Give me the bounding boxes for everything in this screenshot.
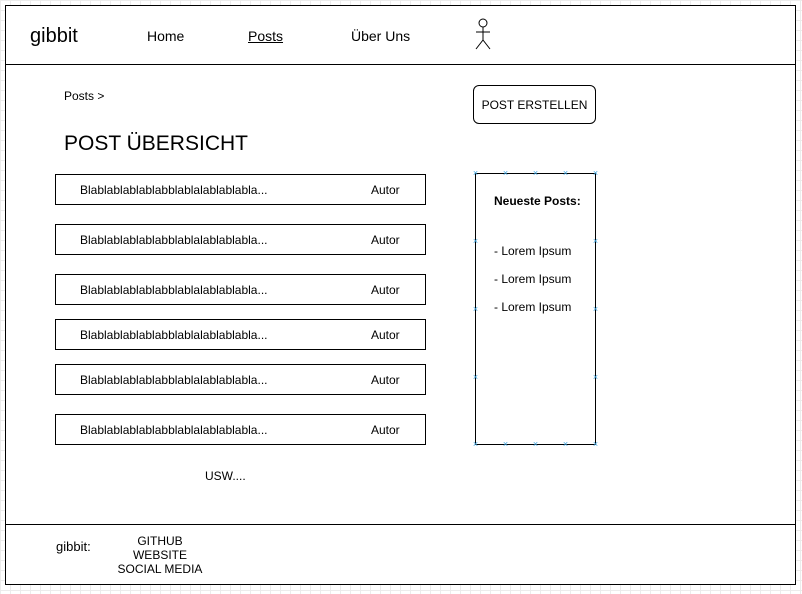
- page-title: POST ÜBERSICHT: [64, 132, 248, 155]
- latest-post-item[interactable]: - Lorem Ipsum: [494, 300, 571, 314]
- resize-handle-icon[interactable]: ×: [591, 169, 600, 178]
- user-icon[interactable]: [473, 18, 493, 51]
- resize-handle-icon[interactable]: ×: [501, 169, 510, 178]
- post-author: Autor: [371, 183, 400, 197]
- resize-handle-icon[interactable]: ×: [471, 440, 480, 449]
- footer-link-website[interactable]: WEBSITE: [100, 548, 220, 562]
- post-author: Autor: [371, 423, 400, 437]
- post-title: Blablablablablabblablalablablabla...: [80, 423, 268, 437]
- resize-handle-icon[interactable]: ×: [471, 305, 480, 314]
- post-row[interactable]: Blablablablablabblablalablablabla... Aut…: [55, 274, 426, 305]
- footer-divider: [6, 524, 795, 525]
- footer-link-social-media[interactable]: SOCIAL MEDIA: [100, 562, 220, 576]
- latest-post-item[interactable]: - Lorem Ipsum: [494, 272, 571, 286]
- nav-about[interactable]: Über Uns: [351, 28, 410, 44]
- post-title: Blablablablablabblablalablablabla...: [80, 283, 268, 297]
- resize-handle-icon[interactable]: ×: [531, 440, 540, 449]
- resize-handle-icon[interactable]: ×: [531, 169, 540, 178]
- resize-handle-icon[interactable]: ×: [501, 440, 510, 449]
- page-frame: gibbit Home Posts Über Uns Posts > POST …: [5, 5, 796, 585]
- post-author: Autor: [371, 373, 400, 387]
- post-row[interactable]: Blablablablablabblablalablablabla... Aut…: [55, 414, 426, 445]
- create-post-button[interactable]: POST ERSTELLEN: [473, 85, 596, 124]
- post-row[interactable]: Blablablablablabblablalablablabla... Aut…: [55, 319, 426, 350]
- post-row[interactable]: Blablablablablabblablalablablabla... Aut…: [55, 174, 426, 205]
- post-author: Autor: [371, 328, 400, 342]
- nav-posts[interactable]: Posts: [248, 28, 283, 44]
- resize-handle-icon[interactable]: ×: [471, 169, 480, 178]
- more-posts-link[interactable]: USW....: [205, 469, 246, 483]
- resize-handle-icon[interactable]: ×: [471, 373, 480, 382]
- post-title: Blablablablablabblablalablablabla...: [80, 183, 268, 197]
- post-row[interactable]: Blablablablablabblablalablablabla... Aut…: [55, 364, 426, 395]
- nav-home[interactable]: Home: [147, 28, 184, 44]
- footer-link-github[interactable]: GITHUB: [100, 534, 220, 548]
- resize-handle-icon[interactable]: ×: [471, 237, 480, 246]
- header-divider: [6, 64, 795, 65]
- resize-handle-icon[interactable]: ×: [591, 440, 600, 449]
- post-title: Blablablablablabblablalablablabla...: [80, 328, 268, 342]
- resize-handle-icon[interactable]: ×: [591, 237, 600, 246]
- latest-post-item[interactable]: - Lorem Ipsum: [494, 244, 571, 258]
- footer-brand: gibbit:: [56, 539, 91, 554]
- post-author: Autor: [371, 233, 400, 247]
- resize-handle-icon[interactable]: ×: [561, 440, 570, 449]
- latest-posts-panel: Neueste Posts: - Lorem Ipsum - Lorem Ips…: [473, 169, 598, 449]
- post-title: Blablablablablabblablalablablabla...: [80, 233, 268, 247]
- post-author: Autor: [371, 283, 400, 297]
- post-title: Blablablablablabblablalablablabla...: [80, 373, 268, 387]
- post-row[interactable]: Blablablablablabblablalablablabla... Aut…: [55, 224, 426, 255]
- site-logo[interactable]: gibbit: [30, 25, 78, 48]
- resize-handle-icon[interactable]: ×: [591, 373, 600, 382]
- resize-handle-icon[interactable]: ×: [591, 305, 600, 314]
- breadcrumb[interactable]: Posts >: [64, 89, 104, 103]
- latest-posts-title: Neueste Posts:: [494, 194, 581, 208]
- resize-handle-icon[interactable]: ×: [561, 169, 570, 178]
